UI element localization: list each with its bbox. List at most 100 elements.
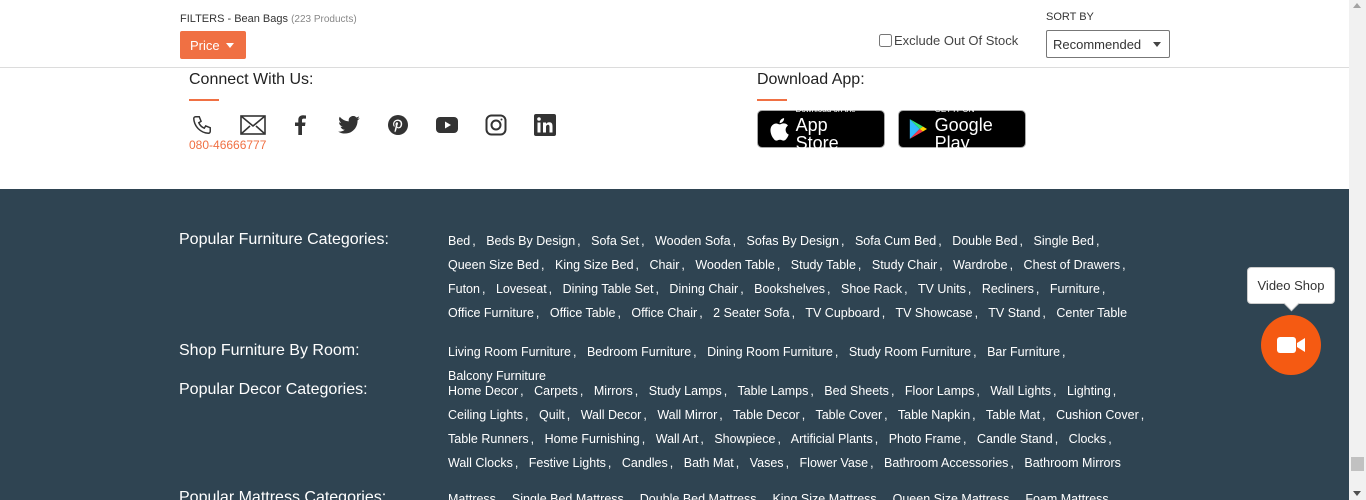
category-link[interactable]: Photo Frame bbox=[889, 432, 961, 446]
category-link[interactable]: Mirrors bbox=[594, 384, 633, 398]
category-link[interactable]: Dining Table Set bbox=[563, 282, 654, 296]
category-link[interactable]: Double Bed bbox=[952, 234, 1017, 248]
linkedin-icon[interactable] bbox=[532, 112, 558, 138]
category-link[interactable]: Floor Lamps bbox=[905, 384, 974, 398]
category-link[interactable]: Office Chair bbox=[631, 306, 697, 320]
category-link[interactable]: Clocks bbox=[1069, 432, 1107, 446]
exclude-out-of-stock-checkbox[interactable] bbox=[879, 34, 892, 47]
video-shop-button[interactable] bbox=[1261, 315, 1321, 375]
category-link[interactable]: Carpets bbox=[534, 384, 578, 398]
category-link[interactable]: Bed bbox=[448, 234, 470, 248]
youtube-icon[interactable] bbox=[434, 112, 460, 138]
video-shop-label[interactable]: Video Shop bbox=[1247, 267, 1335, 304]
category-link[interactable]: Bar Furniture bbox=[987, 345, 1060, 359]
category-link[interactable]: Sofas By Design bbox=[747, 234, 839, 248]
category-link[interactable]: Ceiling Lights bbox=[448, 408, 523, 422]
category-link[interactable]: Foam Mattress bbox=[1025, 492, 1108, 500]
sort-select[interactable]: Recommended bbox=[1046, 30, 1170, 58]
category-link[interactable]: Candle Stand bbox=[977, 432, 1053, 446]
category-link[interactable]: Showpiece bbox=[714, 432, 775, 446]
category-link[interactable]: TV Cupboard bbox=[805, 306, 879, 320]
category-link[interactable]: Table Decor bbox=[733, 408, 800, 422]
category-link[interactable]: Quilt bbox=[539, 408, 565, 422]
category-link[interactable]: Wall Mirror bbox=[657, 408, 717, 422]
category-link[interactable]: Lighting bbox=[1067, 384, 1111, 398]
category-link[interactable]: King Size Bed bbox=[555, 258, 634, 272]
category-link[interactable]: Vases bbox=[750, 456, 784, 470]
category-link[interactable]: Chair bbox=[650, 258, 680, 272]
category-link[interactable]: Home Decor bbox=[448, 384, 518, 398]
category-link[interactable]: TV Showcase bbox=[895, 306, 972, 320]
instagram-icon[interactable] bbox=[483, 112, 509, 138]
exclude-out-of-stock[interactable]: Exclude Out Of Stock bbox=[879, 33, 1018, 48]
category-link[interactable]: King Size Mattress bbox=[772, 492, 876, 500]
category-link[interactable]: Dining Room Furniture bbox=[707, 345, 833, 359]
category-link[interactable]: Sofa Cum Bed bbox=[855, 234, 936, 248]
price-filter-button[interactable]: Price bbox=[180, 31, 246, 59]
category-link[interactable]: Wall Clocks bbox=[448, 456, 513, 470]
category-link[interactable]: Double Bed Mattress bbox=[640, 492, 757, 500]
category-link[interactable]: Queen Size Bed bbox=[448, 258, 539, 272]
category-link[interactable]: Single Bed bbox=[1034, 234, 1094, 248]
page-scrollbar[interactable] bbox=[1349, 0, 1366, 500]
category-link[interactable]: Wardrobe bbox=[953, 258, 1007, 272]
category-link[interactable]: Study Chair bbox=[872, 258, 937, 272]
category-link[interactable]: Festive Lights bbox=[529, 456, 606, 470]
category-link[interactable]: Sofa Set bbox=[591, 234, 639, 248]
category-link[interactable]: Bathroom Accessories bbox=[884, 456, 1008, 470]
pinterest-icon[interactable] bbox=[385, 112, 411, 138]
category-link[interactable]: TV Units bbox=[918, 282, 966, 296]
category-link[interactable]: Shoe Rack bbox=[841, 282, 902, 296]
category-link[interactable]: Wall Lights bbox=[990, 384, 1051, 398]
category-link[interactable]: Furniture bbox=[1050, 282, 1100, 296]
category-link[interactable]: Queen Size Mattress bbox=[893, 492, 1010, 500]
phone-icon[interactable] bbox=[189, 112, 215, 138]
category-link[interactable]: Bookshelves bbox=[754, 282, 825, 296]
category-link[interactable]: Recliners bbox=[982, 282, 1034, 296]
category-link[interactable]: Wall Art bbox=[656, 432, 699, 446]
category-link[interactable]: Bathroom Mirrors bbox=[1024, 456, 1121, 470]
category-link[interactable]: Futon bbox=[448, 282, 480, 296]
category-link[interactable]: Wooden Sofa bbox=[655, 234, 731, 248]
google-play-badge[interactable]: GET IT ON Google Play bbox=[898, 106, 1026, 152]
category-link[interactable]: Table Runners bbox=[448, 432, 529, 446]
category-link[interactable]: Loveseat bbox=[496, 282, 547, 296]
category-link[interactable]: Home Furnishing bbox=[545, 432, 640, 446]
category-link[interactable]: Study Room Furniture bbox=[849, 345, 971, 359]
category-link[interactable]: 2 Seater Sofa bbox=[713, 306, 789, 320]
category-link[interactable]: Dining Chair bbox=[669, 282, 738, 296]
category-link[interactable]: Table Mat bbox=[986, 408, 1040, 422]
app-store-badge[interactable]: Download on the App Store bbox=[757, 106, 885, 152]
facebook-icon[interactable] bbox=[287, 112, 313, 138]
mail-icon[interactable] bbox=[240, 112, 266, 138]
category-link[interactable]: Study Lamps bbox=[649, 384, 722, 398]
scroll-up-arrow[interactable] bbox=[1353, 3, 1361, 8]
category-link[interactable]: Single Bed Mattress bbox=[512, 492, 624, 500]
category-link[interactable]: Office Table bbox=[550, 306, 616, 320]
category-link[interactable]: Mattress bbox=[448, 492, 496, 500]
category-link[interactable]: Artificial Plants bbox=[791, 432, 873, 446]
category-link[interactable]: Table Cover bbox=[815, 408, 882, 422]
category-link[interactable]: Wall Decor bbox=[581, 408, 642, 422]
category-link[interactable]: Wooden Table bbox=[695, 258, 774, 272]
category-link[interactable]: Center Table bbox=[1056, 306, 1127, 320]
category-link[interactable]: Bedroom Furniture bbox=[587, 345, 691, 359]
twitter-icon[interactable] bbox=[336, 112, 362, 138]
category-link[interactable]: Bath Mat bbox=[684, 456, 734, 470]
category-links: Home Decor, Carpets, Mirrors, Study Lamp… bbox=[448, 379, 1168, 475]
category-link[interactable]: Flower Vase bbox=[800, 456, 869, 470]
category-link[interactable]: Table Napkin bbox=[898, 408, 970, 422]
category-link[interactable]: Cushion Cover bbox=[1056, 408, 1139, 422]
category-link[interactable]: Study Table bbox=[791, 258, 856, 272]
scroll-down-arrow[interactable] bbox=[1353, 491, 1361, 496]
category-link[interactable]: Living Room Furniture bbox=[448, 345, 571, 359]
category-link[interactable]: Beds By Design bbox=[486, 234, 575, 248]
category-link[interactable]: Table Lamps bbox=[737, 384, 808, 398]
scroll-thumb[interactable] bbox=[1351, 457, 1364, 471]
category-link[interactable]: Candles bbox=[622, 456, 668, 470]
category-link[interactable]: Office Furniture bbox=[448, 306, 534, 320]
category-link[interactable]: TV Stand bbox=[988, 306, 1040, 320]
category-link[interactable]: Chest of Drawers bbox=[1024, 258, 1121, 272]
phone-number-link[interactable]: 080-46666777 bbox=[189, 138, 266, 152]
category-link[interactable]: Bed Sheets bbox=[824, 384, 889, 398]
